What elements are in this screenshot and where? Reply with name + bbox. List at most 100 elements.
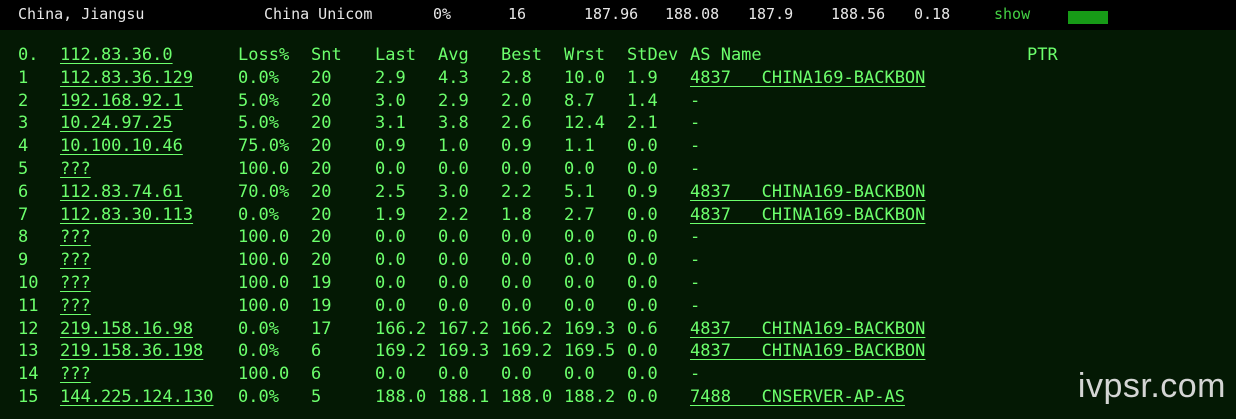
as-name-cell: - <box>690 136 701 157</box>
hop-number: 6 <box>18 181 29 202</box>
avg-cell: 2.9 <box>438 90 469 111</box>
host-link[interactable]: 10.100.10.46 <box>60 135 183 158</box>
avg-cell: 169.3 <box>438 341 490 362</box>
stdev-cell: 2.1 <box>627 113 658 134</box>
snt-cell: 20 <box>311 227 332 248</box>
wrst-cell: 0.0 <box>564 250 595 271</box>
table-row: 14??? 100.0 6 0.0 0.0 0.0 0.0 0.0 - <box>0 363 1236 386</box>
stdev-summary: 0.18 <box>914 5 951 23</box>
host-link[interactable]: ??? <box>60 363 91 386</box>
table-row: 11??? 100.0 19 0.0 0.0 0.0 0.0 0.0 - <box>0 295 1236 318</box>
as-name-cell: - <box>690 273 701 293</box>
host-link[interactable]: 192.168.92.1 <box>60 90 183 113</box>
snt-cell: 20 <box>311 181 332 202</box>
loss-cell: 0.0% <box>238 341 279 362</box>
last-cell: 0.0 <box>375 273 406 293</box>
stdev-cell: 0.0 <box>627 136 658 157</box>
as-name-link[interactable]: 4837 CHINA169-BACKBON <box>690 340 925 363</box>
best-cell: 0.0 <box>501 159 532 179</box>
stdev-cell: 0.0 <box>627 295 658 316</box>
worst-summary: 188.56 <box>831 5 886 23</box>
host-link[interactable]: ??? <box>60 272 91 295</box>
avg-cell: 167.2 <box>438 318 490 339</box>
hop-number: 7 <box>18 204 29 225</box>
snt-cell: 5 <box>311 387 322 407</box>
hop-number: 13 <box>18 341 39 362</box>
best-cell: 2.0 <box>501 90 532 111</box>
host-link[interactable]: 144.225.124.130 <box>60 386 214 409</box>
best-cell: 188.0 <box>501 387 553 407</box>
last-cell: 0.0 <box>375 227 406 248</box>
last-cell: 169.2 <box>375 341 427 362</box>
table-row: 4 10.100.10.46 75.0% 20 0.9 1.0 0.9 1.1 0.0 - <box>0 135 1236 158</box>
last-cell: 166.2 <box>375 318 427 339</box>
as-name-link[interactable]: 4837 CHINA169-BACKBON <box>690 181 925 204</box>
wrst-cell: 5.1 <box>564 181 595 202</box>
avg-summary: 188.08 <box>665 5 720 23</box>
stdev-cell: 0.0 <box>627 364 658 385</box>
hop-number: 3 <box>18 113 29 134</box>
target-host-link[interactable]: 112.83.36.0 <box>60 44 173 67</box>
host-link[interactable]: 219.158.16.98 <box>60 318 193 341</box>
isp-text: China Unicom <box>264 5 373 23</box>
stdev-cell: 0.0 <box>627 250 658 271</box>
as-name-link[interactable]: 4837 CHINA169-BACKBON <box>690 67 925 90</box>
snt-cell: 20 <box>311 136 332 157</box>
avg-cell: 0.0 <box>438 159 469 179</box>
column-header-snt: Snt <box>311 45 342 65</box>
column-header-ptr: PTR <box>1027 45 1058 65</box>
hop-number: 10 <box>18 273 39 293</box>
stdev-cell: 0.0 <box>627 204 658 225</box>
best-cell: 1.8 <box>501 204 532 225</box>
snt-cell: 20 <box>311 113 332 134</box>
last-cell: 0.0 <box>375 295 406 316</box>
as-name-link[interactable]: 4837 CHINA169-BACKBON <box>690 204 925 227</box>
hop-number: 8 <box>18 227 29 248</box>
best-cell: 0.0 <box>501 273 532 293</box>
table-row: 8??? 100.0 20 0.0 0.0 0.0 0.0 0.0 - <box>0 226 1236 249</box>
host-link[interactable]: ??? <box>60 249 91 272</box>
column-header-best: Best <box>501 45 542 65</box>
last-summary: 187.96 <box>584 5 639 23</box>
as-name-cell: - <box>690 227 701 248</box>
avg-cell: 0.0 <box>438 364 469 385</box>
column-header-stdev: StDev <box>627 45 679 65</box>
snt-cell: 20 <box>311 90 332 111</box>
loss-cell: 0.0% <box>238 318 279 339</box>
stdev-cell: 1.9 <box>627 67 658 88</box>
best-cell: 0.0 <box>501 250 532 271</box>
as-name-cell: - <box>690 250 701 271</box>
avg-cell: 0.0 <box>438 295 469 316</box>
host-link[interactable]: ??? <box>60 226 91 249</box>
snt-cell: 20 <box>311 250 332 271</box>
host-link[interactable]: 112.83.74.61 <box>60 181 183 204</box>
show-button[interactable]: show <box>994 5 1030 23</box>
loss-summary: 0% <box>433 5 452 23</box>
wrst-cell: 2.7 <box>564 204 595 225</box>
table-header-row: 0. 112.83.36.0 Loss% Snt Last Avg Best W… <box>0 44 1236 67</box>
hop-number: 15 <box>18 387 39 407</box>
as-name-link[interactable]: 7488 CNSERVER-AP-AS <box>690 386 905 409</box>
wrst-cell: 12.4 <box>564 113 605 134</box>
stdev-cell: 0.0 <box>627 387 658 407</box>
as-name-link[interactable]: 4837 CHINA169-BACKBON <box>690 318 925 341</box>
watermark-logo: ivpsr.com <box>1077 367 1226 405</box>
last-cell: 188.0 <box>375 387 427 407</box>
table-row: 12 219.158.16.98 0.0% 17 166.2 167.2 166.2 169.… <box>0 318 1236 341</box>
host-link[interactable]: ??? <box>60 295 91 318</box>
host-link[interactable]: 112.83.30.113 <box>60 204 193 227</box>
host-link[interactable]: ??? <box>60 158 91 181</box>
wrst-cell: 0.0 <box>564 364 595 385</box>
host-link[interactable]: 112.83.36.129 <box>60 67 193 90</box>
host-link[interactable]: 10.24.97.25 <box>60 112 173 135</box>
as-name-cell: - <box>690 113 701 134</box>
table-row: 9??? 100.0 20 0.0 0.0 0.0 0.0 0.0 - <box>0 249 1236 272</box>
best-cell: 2.6 <box>501 113 532 134</box>
table-row: 5??? 100.0 20 0.0 0.0 0.0 0.0 0.0 - <box>0 158 1236 181</box>
column-header-last: Last <box>375 45 416 65</box>
table-row: 2 192.168.92.1 5.0% 20 3.0 2.9 2.0 8.7 1.4 - <box>0 90 1236 113</box>
best-cell: 166.2 <box>501 318 553 339</box>
best-summary: 187.9 <box>748 5 794 23</box>
traceroute-panel: 0. 112.83.36.0 Loss% Snt Last Avg Best W… <box>0 30 1236 419</box>
host-link[interactable]: 219.158.36.198 <box>60 340 203 363</box>
